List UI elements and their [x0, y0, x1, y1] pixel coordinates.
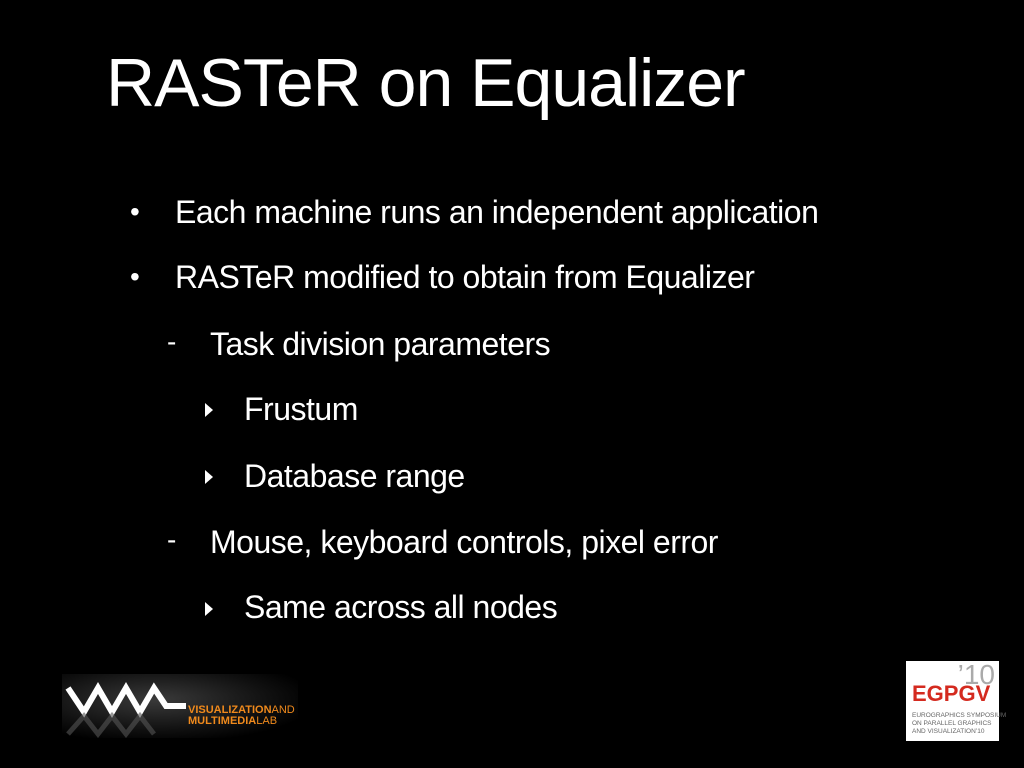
sub-sub-bullet-item: Frustum: [244, 391, 358, 427]
triangle-bullet-icon: [205, 602, 213, 616]
triangle-bullet-icon: [205, 403, 213, 417]
triangle-bullet-icon: [205, 470, 213, 484]
sub-bullet-item: Mouse, keyboard controls, pixel error: [210, 524, 718, 560]
sub-sub-bullet-item: Database range: [244, 458, 465, 494]
dash-icon: -: [167, 524, 177, 555]
bullet-icon: •: [130, 261, 140, 292]
bullet-item: RASTeR modified to obtain from Equalizer: [175, 259, 755, 295]
egpgv-logo: ’10 EGPGV EUROGRAPHICS SYMPOSIUM ON PARA…: [906, 659, 1006, 741]
vml-wave-icon: [65, 682, 186, 738]
sub-bullet-item: Task division parameters: [210, 326, 551, 362]
bullet-icon: •: [130, 196, 140, 227]
bullet-item: Each machine runs an independent applica…: [175, 194, 819, 230]
vml-logo-text: VISUALIZATIONAND MULTIMEDIALAB: [188, 704, 295, 727]
slide-title: RASTeR on Equalizer: [106, 45, 746, 121]
vml-logo: VISUALIZATIONAND MULTIMEDIALAB: [62, 674, 298, 738]
dash-icon: -: [167, 326, 177, 357]
sub-sub-bullet-item: Same across all nodes: [244, 589, 558, 625]
